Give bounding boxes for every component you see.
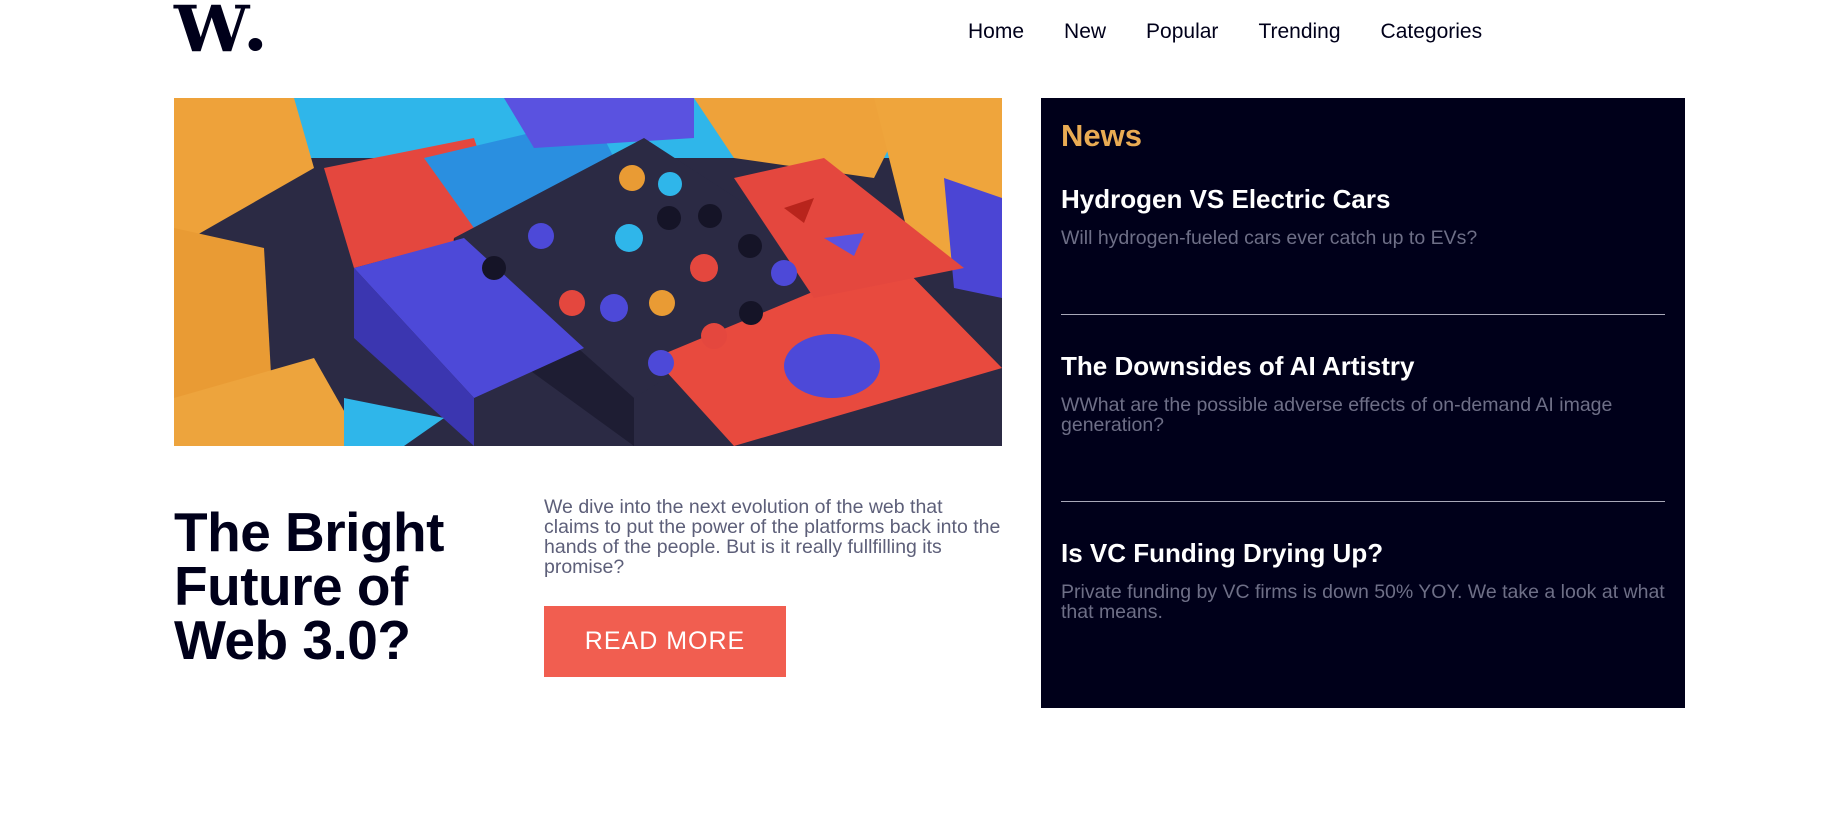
nav-new[interactable]: New — [1064, 20, 1106, 44]
hero-title: The Bright Future of Web 3.0? — [174, 501, 444, 671]
read-more-button[interactable]: READ MORE — [544, 606, 786, 677]
nav-trending[interactable]: Trending — [1258, 20, 1340, 44]
news-divider — [1061, 314, 1665, 315]
nav-categories[interactable]: Categories — [1381, 20, 1483, 44]
news-item[interactable]: Is VC Funding Drying Up? Private funding… — [1061, 538, 1665, 622]
news-item[interactable]: The Downsides of AI Artistry WWhat are t… — [1061, 351, 1665, 435]
news-heading: News — [1061, 118, 1142, 153]
news-item[interactable]: Hydrogen VS Electric Cars Will hydrogen-… — [1061, 184, 1665, 248]
news-item-title[interactable]: Hydrogen VS Electric Cars — [1061, 184, 1665, 214]
news-item-title[interactable]: Is VC Funding Drying Up? — [1061, 538, 1665, 568]
logo-dot — [248, 38, 263, 51]
hero-image — [174, 98, 1002, 446]
news-divider — [1061, 501, 1665, 502]
nav-popular[interactable]: Popular — [1146, 20, 1218, 44]
news-panel: News Hydrogen VS Electric Cars Will hydr… — [1041, 98, 1685, 708]
news-item-summary: WWhat are the possible adverse effects o… — [1061, 394, 1613, 436]
news-item-summary: Private funding by VC firms is down 50% … — [1061, 581, 1665, 623]
logo-letter: W — [174, 0, 249, 67]
hero-description: We dive into the next evolution of the w… — [544, 496, 1001, 578]
news-item-title[interactable]: The Downsides of AI Artistry — [1061, 351, 1665, 381]
main-nav: Home New Popular Trending Categories — [968, 20, 1482, 44]
site-logo[interactable]: W — [174, 0, 263, 62]
news-item-summary: Will hydrogen-fueled cars ever catch up … — [1061, 227, 1478, 249]
nav-home[interactable]: Home — [968, 20, 1024, 44]
